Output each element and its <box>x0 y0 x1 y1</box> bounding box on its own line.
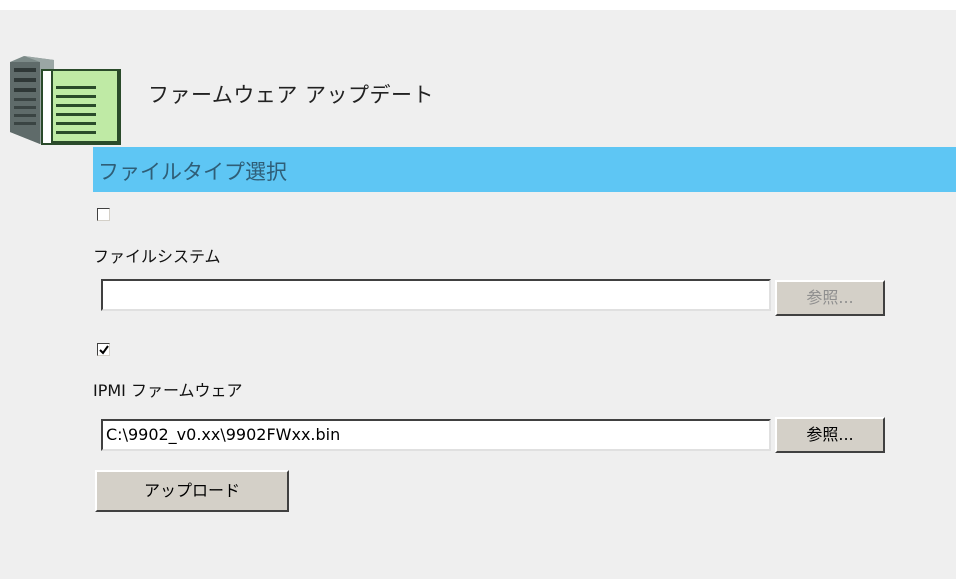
section-title: ファイルタイプ選択 <box>98 160 287 184</box>
filesystem-label: ファイルシステム <box>93 247 221 266</box>
ipmi-firmware-label: IPMI ファームウェア <box>93 381 243 400</box>
upload-button[interactable]: アップロード <box>95 470 289 512</box>
firmware-update-panel: ファームウェア アップデート ファイルタイプ選択 ファイルシステム 参照... … <box>0 10 956 579</box>
page-title: ファームウェア アップデート <box>148 83 435 107</box>
ipmi-firmware-checkbox[interactable] <box>97 343 110 356</box>
checkmark-icon <box>99 345 109 355</box>
ipmi-browse-button[interactable]: 参照... <box>775 417 885 453</box>
server-document-icon <box>10 48 130 148</box>
filesystem-path-input[interactable] <box>101 279 771 311</box>
filesystem-checkbox[interactable] <box>97 208 110 221</box>
ipmi-firmware-path-input[interactable]: C:\9902_v0.xx\9902FWxx.bin <box>101 419 771 451</box>
section-header: ファイルタイプ選択 <box>93 147 956 192</box>
filesystem-browse-button[interactable]: 参照... <box>775 280 885 316</box>
